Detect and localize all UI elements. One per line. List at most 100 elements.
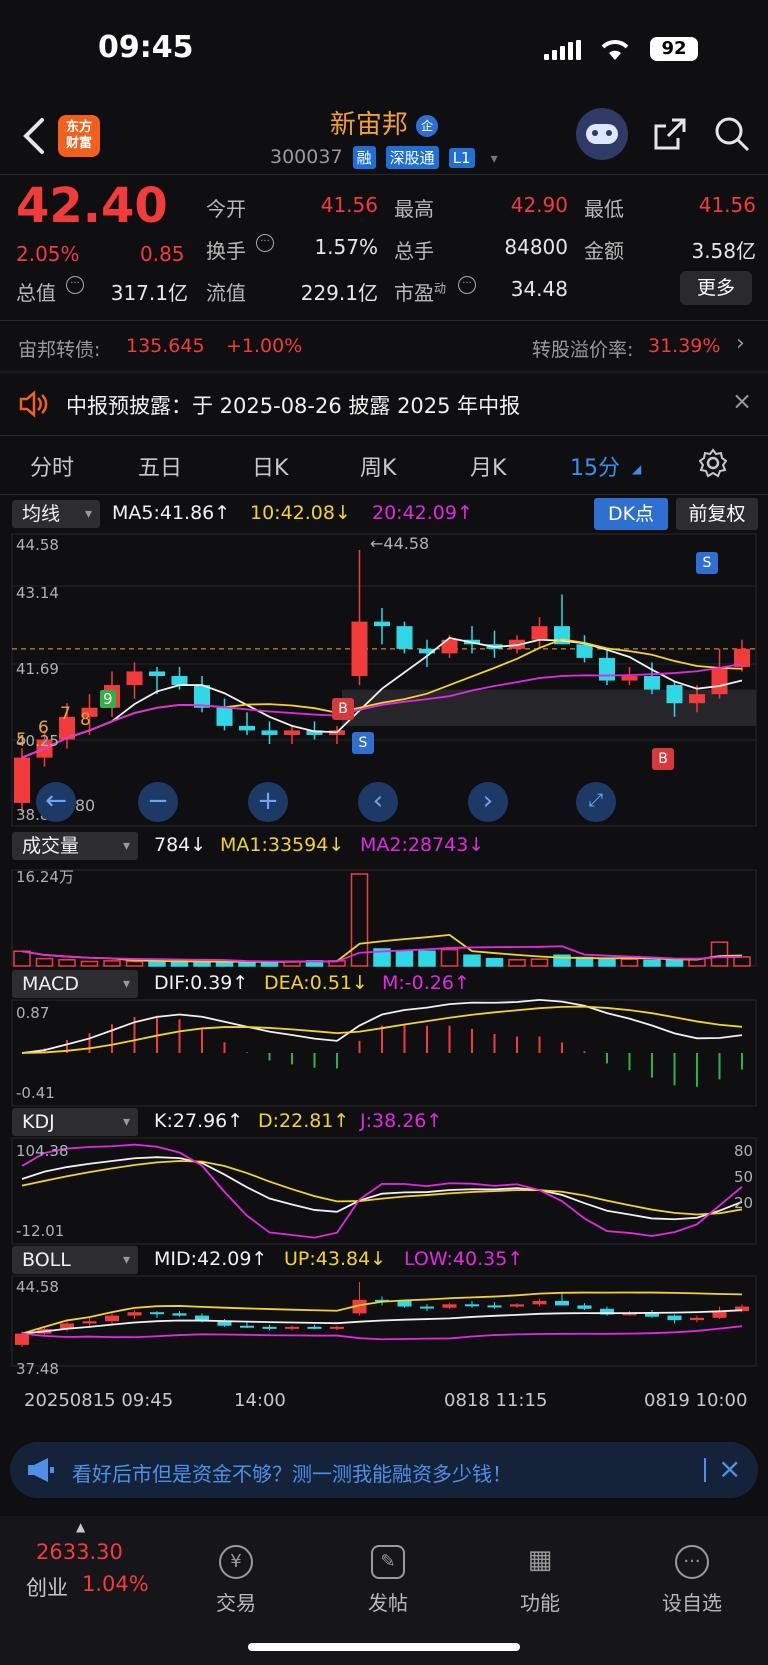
boll-candle-body	[420, 1306, 434, 1309]
zoom-in-button[interactable]: +	[248, 782, 288, 822]
dk-point-button[interactable]: DK点	[594, 498, 668, 530]
scroll-right-button[interactable]: ›	[468, 782, 508, 822]
nav-functions[interactable]: ▦ 功能	[490, 1545, 590, 1616]
candle-body	[261, 730, 278, 735]
kdj-k: K:27.96↑	[154, 1110, 244, 1132]
turnover-value: 1.57%	[314, 235, 378, 259]
sell-marker[interactable]: S	[696, 552, 718, 574]
close-icon[interactable]: ×	[718, 1452, 741, 1485]
ma10-value: 10:42.08↓	[250, 502, 351, 524]
volume-bar	[103, 960, 121, 967]
macd-m: M:-0.26↑	[382, 972, 470, 994]
candle-body	[689, 694, 705, 704]
speaker-icon	[19, 390, 48, 418]
stock-name: 新宙邦	[329, 110, 408, 140]
volume-bar	[170, 961, 189, 967]
time-label-end: 0819 10:00	[644, 1390, 748, 1411]
kdj-ref-80: 80	[734, 1142, 754, 1160]
volume-selector[interactable]: 成交量	[12, 832, 138, 860]
sequence-marker-6: 6	[38, 718, 49, 738]
search-icon[interactable]	[712, 114, 752, 158]
volume-bar	[485, 957, 504, 967]
tab-intraday[interactable]: 分时	[30, 450, 74, 482]
close-icon[interactable]: ×	[732, 387, 752, 415]
info-icon[interactable]: ···	[256, 234, 274, 252]
candle-body	[599, 657, 615, 681]
boll-candle-body	[82, 1321, 97, 1324]
battery-icon: 92	[650, 37, 698, 61]
zoom-out-button[interactable]: −	[138, 782, 178, 822]
kdj-ref-50: 50	[734, 1168, 754, 1186]
notice-bar[interactable]: 中报预披露：于 2025-08-26 披露 2025 年中报 ×	[0, 373, 768, 435]
boll-candle-body	[667, 1315, 682, 1321]
boll-candle-body	[105, 1315, 119, 1322]
index-name[interactable]: 创业	[26, 1572, 68, 1602]
fullscreen-icon[interactable]: ⤢	[576, 782, 616, 822]
nav-post[interactable]: ✎ 发帖	[338, 1545, 438, 1616]
sell-marker[interactable]: S	[352, 732, 374, 754]
boll-candle-body	[510, 1304, 524, 1307]
index-change[interactable]: 1.04%	[82, 1572, 149, 1596]
time-label-2: 14:00	[234, 1390, 286, 1411]
volume-bar	[710, 941, 729, 967]
volume-axis-top: 16.24万	[16, 868, 74, 886]
boll-low: LOW:40.35↑	[404, 1248, 524, 1270]
price-axis-mid2: 41.69	[16, 660, 59, 678]
info-icon[interactable]: ···	[458, 276, 476, 294]
boll-candle-body	[172, 1313, 187, 1316]
bond-row[interactable]: 宙邦转债: 135.645 +1.00% 转股溢价率: 31.39% ›	[0, 321, 768, 371]
pe-value: 34.48	[510, 277, 568, 301]
tab-weekly-k[interactable]: 周K	[360, 450, 396, 482]
sequence-marker-9: 9	[100, 690, 116, 708]
candle-body	[216, 707, 233, 726]
mktcap-value: 317.1亿	[110, 281, 188, 305]
buy-marker[interactable]: B	[332, 698, 354, 720]
boll-candle-body	[15, 1333, 29, 1345]
more-button[interactable]: 更多	[680, 271, 752, 305]
macd-selector[interactable]: MACD	[12, 970, 138, 998]
volume-bar	[35, 957, 54, 967]
candle-body	[14, 757, 30, 803]
chevron-down-icon[interactable]: ▾	[491, 151, 498, 167]
boll-candle-body	[645, 1313, 659, 1317]
boll-candle-body	[262, 1326, 277, 1329]
candle-body	[531, 626, 548, 640]
boll-selector[interactable]: BOLL	[12, 1246, 138, 1274]
time-label-3: 0818 11:15	[444, 1390, 548, 1411]
sequence-marker-7: 7	[60, 704, 71, 724]
boll-candle-body	[690, 1317, 704, 1321]
scroll-left-button[interactable]: ‹	[358, 782, 398, 822]
share-icon[interactable]	[650, 114, 690, 158]
tab-daily-k[interactable]: 日K	[252, 450, 288, 482]
candle-body	[171, 676, 188, 686]
tab-15min[interactable]: 15分	[570, 450, 620, 482]
chart-back-button[interactable]: ←	[36, 782, 76, 822]
bond-label: 宙邦转债:	[18, 339, 101, 361]
boll-axis-bottom: 37.48	[16, 1360, 59, 1378]
ma-selector[interactable]: 均线	[12, 500, 100, 528]
amount-label: 金额	[584, 239, 624, 263]
volume-bar	[733, 956, 751, 967]
high-value: 42.90	[510, 193, 568, 217]
adjust-button[interactable]: 前复权	[676, 498, 758, 530]
ma5-value: MA5:41.86↑	[112, 502, 231, 524]
kdj-selector[interactable]: KDJ	[12, 1108, 138, 1136]
bond-change: +1.00%	[226, 335, 303, 357]
index-value[interactable]: 2633.30	[36, 1540, 123, 1564]
promo-text: 看好后市但是资金不够？测一测我能融资多少钱！	[72, 1462, 512, 1486]
nav-watchlist[interactable]: ··· 设自选	[642, 1545, 742, 1616]
boll-candle-body	[307, 1326, 322, 1329]
buy-marker[interactable]: B	[652, 748, 674, 770]
candle-body	[621, 676, 638, 681]
boll-candle-body	[240, 1325, 254, 1328]
volume-label: 总手	[394, 239, 434, 263]
volume-bar	[125, 960, 144, 967]
tab-five-day[interactable]: 五日	[138, 450, 182, 482]
candle-body	[239, 725, 255, 731]
settings-icon[interactable]	[698, 448, 728, 482]
nav-trade[interactable]: ¥ 交易	[186, 1545, 286, 1616]
info-icon[interactable]: ···	[66, 276, 84, 294]
tab-monthly-k[interactable]: 月K	[470, 450, 506, 482]
robot-avatar[interactable]	[576, 108, 628, 160]
change-amount: 0.85	[140, 242, 185, 266]
